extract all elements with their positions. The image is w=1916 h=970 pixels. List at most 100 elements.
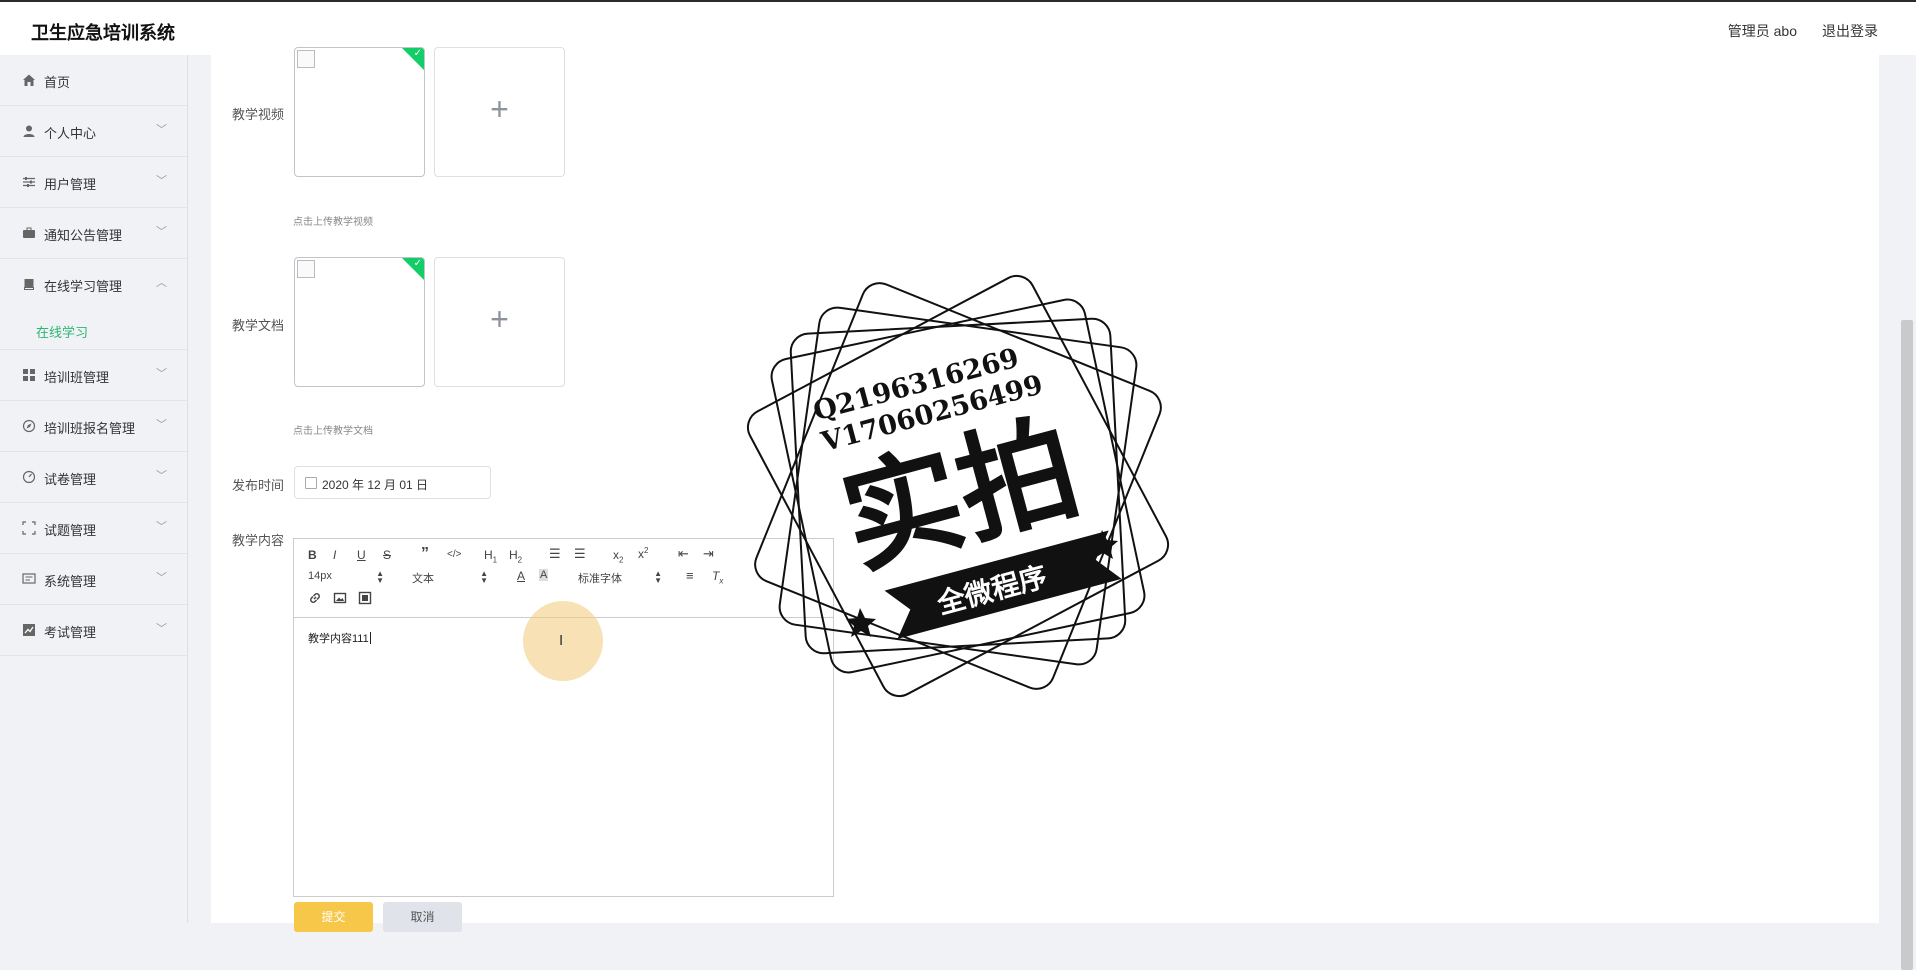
sidebar-item-label: 试卷管理 (44, 472, 97, 487)
chevron-down-icon: ﹀ (156, 368, 167, 380)
sidebar-item-label: 培训班管理 (44, 370, 110, 385)
blockquote-icon[interactable]: ” (421, 545, 429, 563)
sidebar-item-label: 培训班报名管理 (44, 421, 136, 436)
home-icon (22, 73, 36, 87)
indent-icon[interactable]: ⇥ (703, 546, 714, 562)
sidebar-item-notice-management[interactable]: 通知公告管理 ﹀ (0, 208, 187, 259)
chevron-down-icon: ﹀ (156, 572, 167, 584)
compass-icon (22, 419, 36, 433)
sidebar-item-label: 试题管理 (44, 523, 97, 538)
sidebar-item-label: 考试管理 (44, 625, 97, 640)
bold-icon[interactable]: B (308, 548, 317, 562)
video-thumbnail[interactable]: ✓ (294, 47, 425, 177)
briefcase-icon (22, 226, 36, 240)
subscript-icon[interactable]: x2 (613, 548, 623, 564)
select-arrows-icon: ▲ ▼ (480, 569, 488, 585)
scrollbar-thumb[interactable] (1901, 320, 1913, 970)
current-user: 管理员 abo (1727, 23, 1797, 39)
sidebar-item-personal-center[interactable]: 个人中心 ﹀ (0, 106, 187, 157)
video-upload-hint: 点击上传教学视频 (293, 217, 373, 228)
cancel-button[interactable]: 取消 (383, 902, 462, 932)
top-bar: 卫生应急培训系统 管理员 abo 退出登录 (0, 0, 1916, 55)
chevron-down-icon: ﹀ (156, 226, 167, 238)
gauge-icon (22, 470, 36, 484)
watermark-stamp: Q2196316269 V17060256499 实拍 全微程序 (746, 274, 1170, 698)
check-icon: ✓ (413, 258, 422, 269)
font-size-select[interactable]: 14px ▲ ▼ (308, 569, 384, 585)
sliders-icon (22, 175, 36, 189)
chevron-down-icon: ﹀ (156, 470, 167, 482)
sidebar-item-exam-paper-management[interactable]: 试卷管理 ﹀ (0, 452, 187, 503)
sidebar-item-home[interactable]: 首页 (0, 55, 187, 106)
sidebar-item-training-signup-management[interactable]: 培训班报名管理 ﹀ (0, 401, 187, 452)
doc-thumbnail[interactable]: ✓ (294, 257, 425, 387)
outdent-icon[interactable]: ⇤ (678, 546, 689, 562)
broken-image-icon (297, 260, 315, 278)
sidebar-subitem-label: 在线学习 (36, 325, 89, 340)
code-block-icon[interactable]: </> (447, 549, 461, 560)
chevron-down-icon: ﹀ (156, 175, 167, 187)
scan-icon (22, 521, 36, 535)
select-arrows-icon: ▲ ▼ (376, 569, 384, 585)
chevron-up-icon: ︿ (156, 277, 167, 289)
strikethrough-icon[interactable]: S (383, 548, 391, 562)
app-title: 卫生应急培训系统 (31, 23, 175, 43)
publish-date-picker[interactable]: 2020 年 12 月 01 日 (294, 466, 491, 499)
calendar-icon (305, 477, 317, 489)
font-size-value: 14px (308, 570, 332, 582)
user-icon (22, 124, 36, 138)
link-icon[interactable] (308, 591, 322, 608)
sidebar-item-online-learning-management[interactable]: 在线学习管理 ︿ (0, 259, 187, 310)
sidebar-subitem-online-learning[interactable]: 在线学习 (0, 310, 187, 350)
sidebar-item-exam-management[interactable]: 考试管理 ﹀ (0, 605, 187, 656)
heading-1-icon[interactable]: H1 (484, 548, 497, 564)
sidebar-item-question-management[interactable]: 试题管理 ﹀ (0, 503, 187, 554)
image-icon[interactable] (333, 591, 347, 608)
doc-upload-button[interactable]: + (434, 257, 565, 387)
sidebar-item-training-class-management[interactable]: 培训班管理 ﹀ (0, 350, 187, 401)
sidebar-item-label: 首页 (44, 75, 71, 90)
chevron-down-icon: ﹀ (156, 521, 167, 533)
sidebar-item-label: 用户管理 (44, 177, 97, 192)
publish-date-value: 2020 年 12 月 01 日 (322, 478, 429, 492)
book-icon (22, 277, 36, 291)
date-label: 发布时间 (232, 478, 285, 493)
video-icon[interactable] (358, 591, 372, 608)
font-family-select[interactable]: 标准字体 ▲ ▼ (578, 570, 662, 586)
sidebar-item-user-management[interactable]: 用户管理 ﹀ (0, 157, 187, 208)
chart-icon (22, 623, 36, 637)
grid-icon (22, 368, 36, 382)
font-family-value: 标准字体 (578, 573, 622, 585)
chevron-down-icon: ﹀ (156, 623, 167, 635)
block-type-select[interactable]: 文本 ▲ ▼ (412, 570, 488, 586)
doc-label: 教学文档 (232, 318, 285, 333)
video-label: 教学视频 (232, 107, 285, 122)
superscript-icon[interactable]: x2 (638, 546, 648, 561)
text-caret (369, 632, 371, 644)
broken-image-icon (297, 50, 315, 68)
logout-link[interactable]: 退出登录 (1822, 21, 1878, 41)
video-upload-button[interactable]: + (434, 47, 565, 177)
text-cursor-icon: I (559, 632, 564, 649)
sidebar-item-label: 个人中心 (44, 126, 97, 141)
chevron-down-icon: ﹀ (156, 419, 167, 431)
sidebar-item-label: 通知公告管理 (44, 228, 123, 243)
bullet-list-icon[interactable]: ☰ (574, 546, 586, 562)
submit-button[interactable]: 提交 (294, 902, 373, 932)
underline-icon[interactable]: U (357, 548, 366, 562)
font-color-icon[interactable]: A (517, 569, 525, 583)
editor-text: 教学内容111 (308, 633, 369, 645)
italic-icon[interactable]: I (333, 548, 336, 562)
ordered-list-icon[interactable]: ☰ (549, 546, 561, 562)
sidebar: 首页 个人中心 ﹀ 用户管理 ﹀ 通知公告管理 ﹀ 在线学习管理 ︿ 在线学习 (0, 55, 188, 923)
scrollbar-track[interactable] (1898, 55, 1916, 970)
align-icon[interactable]: ≡ (686, 568, 694, 583)
editor-content[interactable]: 教学内容111 (308, 630, 371, 646)
clear-format-icon[interactable]: Tx (712, 569, 723, 585)
sidebar-item-label: 在线学习管理 (44, 279, 123, 294)
background-color-icon[interactable]: A (539, 569, 549, 581)
check-icon: ✓ (413, 48, 422, 59)
heading-2-icon[interactable]: H2 (509, 548, 522, 564)
sidebar-item-system-management[interactable]: 系统管理 ﹀ (0, 554, 187, 605)
sidebar-item-label: 系统管理 (44, 574, 97, 589)
